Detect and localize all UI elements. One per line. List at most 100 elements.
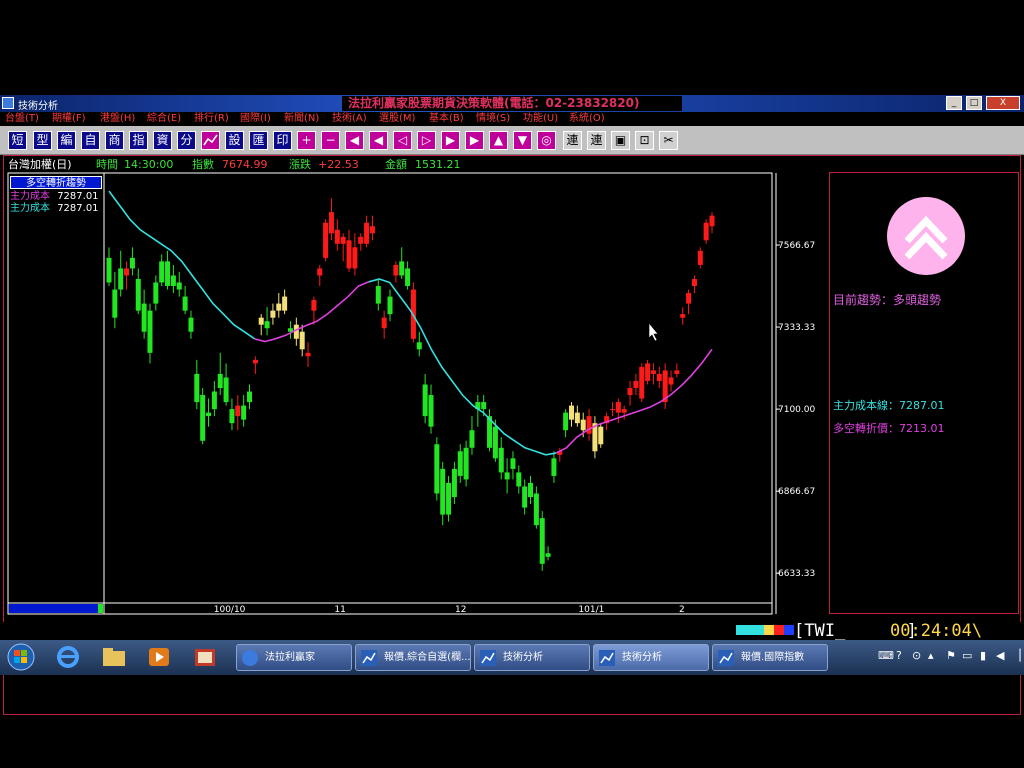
chart-task-icon [361,650,377,666]
candle-body [170,275,176,287]
candle-body [481,402,487,410]
candle-body [451,468,457,498]
candle [282,289,288,315]
candle-body [147,310,153,353]
folder-icon[interactable] [101,645,127,669]
candle-body [422,384,428,417]
candle [457,444,463,483]
candle-body [188,317,194,332]
legend-line1-value: 7287.01 [57,191,99,202]
candle-body [621,409,627,413]
candle [387,289,393,322]
candle-body [369,226,375,234]
candle-body [364,222,370,244]
legend-line1: 主力成本 7287.01 [10,191,99,202]
candle [299,324,305,357]
candle-body [434,444,440,494]
candle [393,261,399,283]
candle-body [446,482,452,515]
candle [206,398,212,427]
monitor-icon[interactable]: ▭ [962,649,972,662]
y-ticks-group: 7566.67 7333.33 7100.00 6866.67 6633.33 [776,241,815,579]
ie-browser-icon[interactable] [55,645,81,669]
candle [446,475,452,522]
candle-body [334,229,340,244]
candle [194,359,200,410]
candle [124,261,130,290]
task-technical-analysis-2[interactable]: 技術分析 [593,644,709,671]
bullish-arrow-icon [887,197,965,275]
candle-body [264,321,270,329]
y-tick-label: 6866.67 [778,487,815,497]
candle-body [504,472,510,480]
keyboard-icon[interactable]: ⌨ [878,649,894,662]
candle-body [381,317,387,329]
candle-body [223,377,229,403]
candle [434,437,440,501]
candle [545,546,551,561]
candle-body [680,314,686,318]
candle-body [129,257,135,269]
task-technical-analysis-1[interactable]: 技術分析 [474,644,590,671]
candle-body [463,447,469,480]
candle-body [153,282,159,304]
x-tick-label: 101/1 [578,605,604,615]
status-bar: [TWI_ ] 00:24:04\ [0,622,1024,640]
candle [528,475,534,505]
candle-body [118,268,124,290]
start-orb-icon[interactable] [6,643,36,671]
candle-body [615,402,621,413]
candle [270,303,276,325]
candle-body [457,451,463,476]
candle-body [568,405,574,420]
ma-line-bullish [555,348,713,454]
candle [217,352,223,396]
candle-body [709,215,715,227]
task-international-index[interactable]: 報價.國際指數 [712,644,828,671]
candle-body [522,486,528,508]
flag-icon[interactable]: ⚑ [946,649,956,662]
candle-body [270,310,276,318]
task-quote-watchlist[interactable]: 報價.綜合自選(欄... [355,644,471,671]
candle-body [633,380,639,388]
app-shortcut-icon[interactable] [192,645,218,669]
candle-body [656,373,662,381]
candle [516,465,522,494]
candle-body [182,296,188,311]
candle-body [258,317,264,325]
trend-panel: 目前趨勢：多頭趨勢 主力成本線：7287.01 多空轉折價：7213.01 [829,172,1019,614]
x-tick-label: 2 [679,605,685,615]
candle [141,289,147,339]
candle-body [639,366,645,399]
candle [293,317,299,346]
candle [709,212,715,234]
tray-arrow-icon[interactable]: ▴ [928,649,934,662]
turn-price: 多空轉折價：7213.01 [833,422,945,435]
candle-body [305,352,311,357]
candle [440,461,446,526]
network-icon[interactable]: ▮ [980,649,986,662]
legend-title[interactable]: 多空轉折趨勢 [10,176,102,189]
ime-icon[interactable]: ⊙ [912,649,921,662]
candle [405,261,411,290]
volume-icon[interactable]: ◀ [996,649,1004,662]
candle [170,264,176,294]
help-icon[interactable]: ? [896,649,902,662]
task-label: 法拉利贏家 [265,652,315,663]
candle-body [323,222,329,258]
candle-body [416,342,422,350]
legend-line2: 主力成本 7287.01 [10,203,99,214]
x-tick-label: 11 [334,605,345,615]
candle [323,219,329,262]
candle [498,437,504,480]
candle-body [528,482,534,498]
candle-body [674,370,680,374]
candle [276,293,282,318]
media-player-icon[interactable] [146,645,172,669]
task-ferrari-winner[interactable]: 法拉利贏家 [236,644,352,671]
candle [381,310,387,339]
system-tray: ⌨ ? ⊙ ▴ ⚑ ▭ ▮ ◀ ▕ [872,649,1022,667]
candle [182,286,188,315]
show-desktop-icon[interactable]: ▕ [1012,649,1020,662]
y-tick-label: 7333.33 [778,323,815,333]
